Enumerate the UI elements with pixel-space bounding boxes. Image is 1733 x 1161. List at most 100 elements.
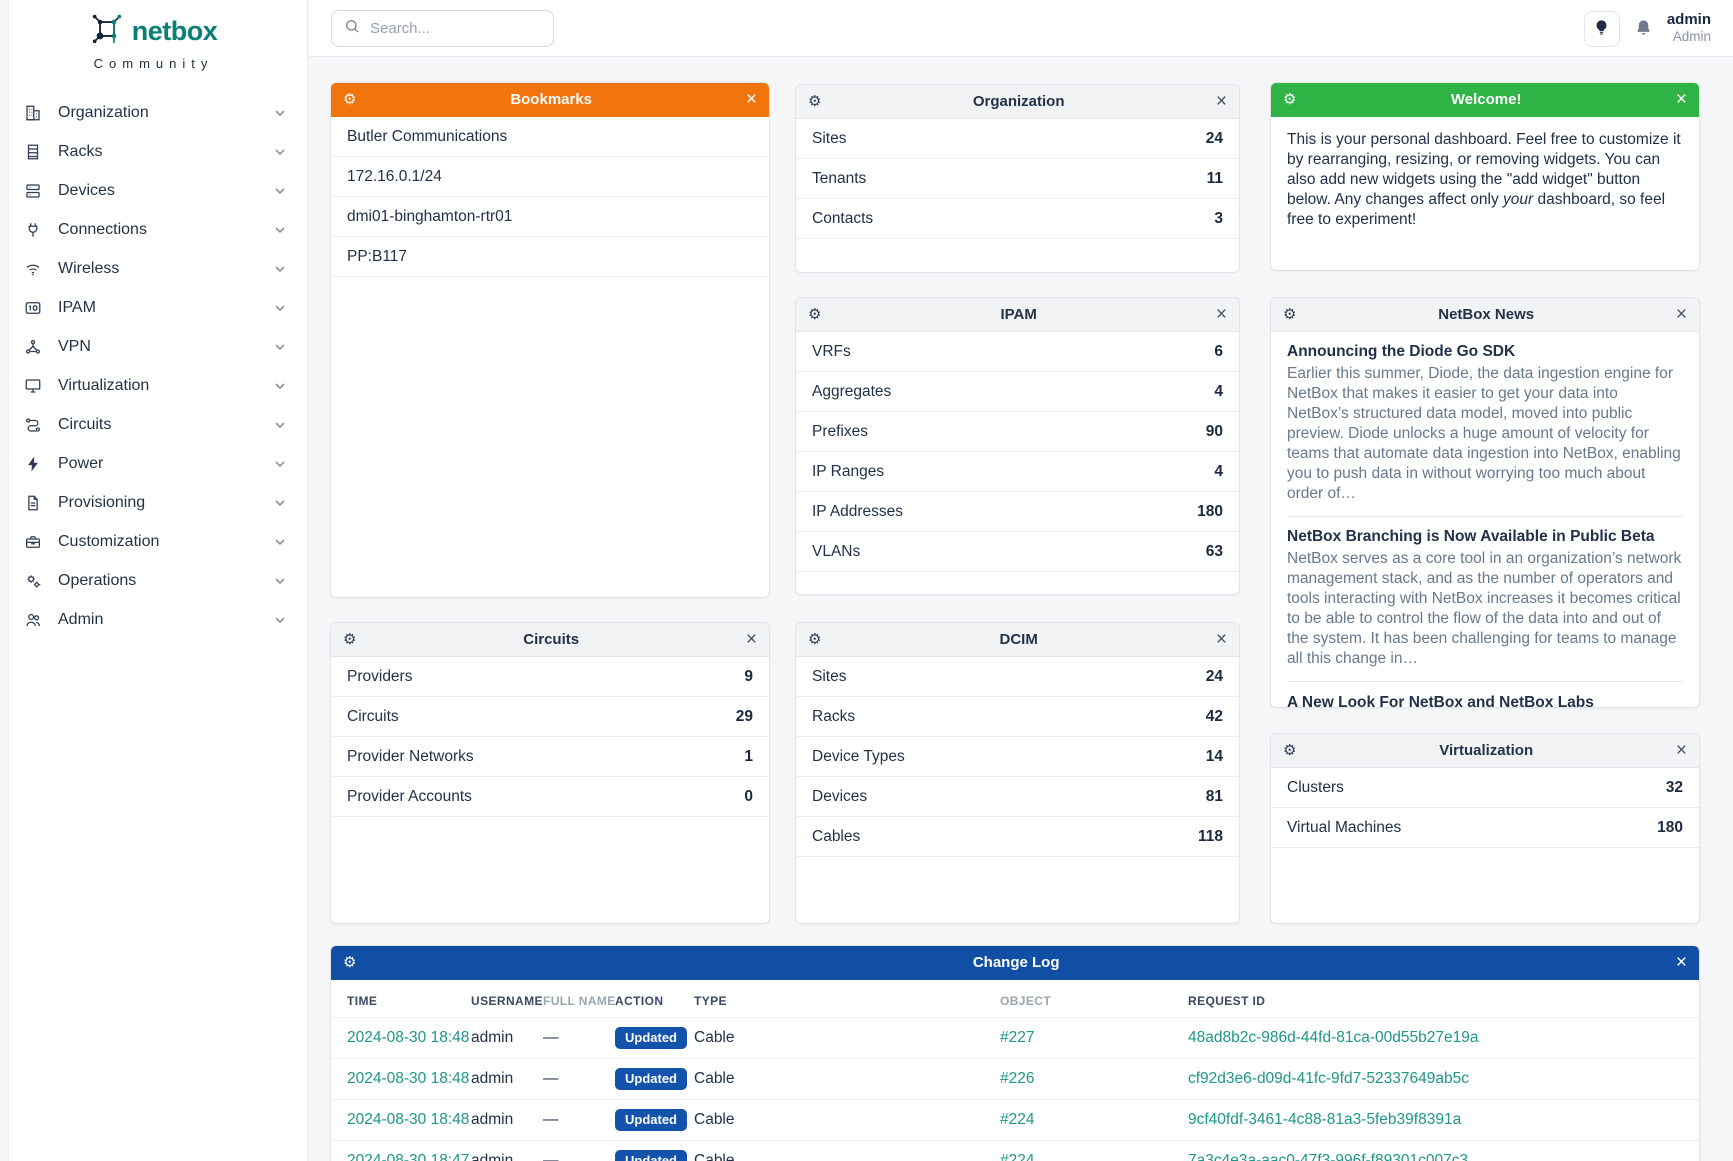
widget-config-icon[interactable]: ⚙ [343, 92, 356, 107]
chevron-down-icon [273, 145, 287, 159]
widget-close-icon[interactable]: × [1216, 305, 1227, 324]
news-item: Announcing the Diode Go SDK Earlier this… [1287, 332, 1683, 517]
bookmark-item[interactable]: 172.16.0.1/24 [331, 157, 769, 197]
chevron-down-icon [273, 574, 287, 588]
bookmark-item[interactable]: dmi01-binghamton-rtr01 [331, 197, 769, 237]
stat-row: IP Ranges4 [796, 452, 1239, 492]
widget-config-icon[interactable]: ⚙ [343, 632, 356, 647]
time-link[interactable]: 2024-08-30 18:48 [347, 1070, 469, 1087]
stat-row: Aggregates4 [796, 372, 1239, 412]
widget-config-icon[interactable]: ⚙ [808, 307, 821, 322]
request-id-link[interactable]: 9cf40fdf-3461-4c88-81a3-5feb39f8391a [1188, 1111, 1461, 1128]
time-link[interactable]: 2024-08-30 18:48 [347, 1029, 469, 1046]
sidebar-scrollbar[interactable] [0, 0, 9, 1161]
sidebar-item-vpn[interactable]: VPN [0, 327, 307, 366]
dcim-widget: ⚙ DCIM × Sites24 Racks42 Device Types14 … [795, 622, 1240, 924]
time-link[interactable]: 2024-08-30 18:48 [347, 1111, 469, 1128]
sidebar-item-racks[interactable]: Racks [0, 132, 307, 171]
stat-row: Provider Networks1 [331, 737, 769, 777]
sidebar-item-wireless[interactable]: Wireless [0, 249, 307, 288]
column-header-action[interactable]: ACTION [615, 980, 694, 1018]
widget-close-icon[interactable]: × [1216, 92, 1227, 111]
news-headline-link[interactable]: NetBox Branching is Now Available in Pub… [1287, 528, 1683, 546]
search-icon [344, 18, 360, 39]
widget-close-icon[interactable]: × [746, 630, 757, 649]
column-header-time[interactable]: TIME [331, 980, 471, 1018]
welcome-text: This is your personal dashboard. Feel fr… [1271, 117, 1699, 243]
column-header-username[interactable]: USERNAME [471, 980, 543, 1018]
search-input[interactable] [370, 20, 520, 37]
widget-close-icon[interactable]: × [1676, 741, 1687, 760]
news-text: NetBox serves as a core tool in an organ… [1287, 549, 1683, 669]
time-link[interactable]: 2024-08-30 18:47 [347, 1152, 469, 1161]
bell-icon [1634, 18, 1653, 40]
stat-row: VRFs6 [796, 332, 1239, 372]
widget-config-icon[interactable]: ⚙ [1283, 92, 1296, 107]
widget-config-icon[interactable]: ⚙ [1283, 743, 1296, 758]
notifications-button[interactable] [1634, 18, 1653, 40]
sidebar-item-admin[interactable]: Admin [0, 600, 307, 639]
sidebar-item-organization[interactable]: Organization [0, 93, 307, 132]
brand[interactable]: netbox Community [0, 0, 307, 71]
sidebar-item-devices[interactable]: Devices [0, 171, 307, 210]
column-header-object: OBJECT [1000, 980, 1188, 1018]
column-header-type[interactable]: TYPE [694, 980, 1000, 1018]
sidebar-item-ipam[interactable]: IPAM [0, 288, 307, 327]
sidebar-item-virtualization[interactable]: Virtualization [0, 366, 307, 405]
sidebar-item-circuits[interactable]: Circuits [0, 405, 307, 444]
widget-close-icon[interactable]: × [1676, 953, 1687, 972]
object-link[interactable]: #226 [1000, 1070, 1034, 1087]
widget-close-icon[interactable]: × [1676, 90, 1687, 109]
type-cell: Cable [694, 1018, 1000, 1059]
full-name-cell: — [543, 1018, 615, 1059]
server-icon [24, 181, 43, 200]
news-headline-link[interactable]: A New Look For NetBox and NetBox Labs [1287, 682, 1683, 708]
search-box[interactable] [331, 10, 554, 47]
ip-box-icon [24, 298, 43, 317]
theme-toggle-button[interactable] [1584, 11, 1620, 47]
bolt-icon [24, 454, 43, 473]
widget-title: IPAM [821, 306, 1215, 323]
request-id-link[interactable]: cf92d3e6-d09d-41fc-9fd7-52337649ab5c [1188, 1070, 1469, 1087]
object-link[interactable]: #224 [1000, 1152, 1034, 1161]
chevron-down-icon [273, 457, 287, 471]
sidebar-item-customization[interactable]: Customization [0, 522, 307, 561]
widget-config-icon[interactable]: ⚙ [808, 94, 821, 109]
widget-close-icon[interactable]: × [746, 90, 757, 109]
bookmark-item[interactable]: PP:B117 [331, 237, 769, 277]
stat-row: Virtual Machines180 [1271, 808, 1699, 848]
news-headline-link[interactable]: Announcing the Diode Go SDK [1287, 343, 1683, 361]
lightbulb-icon [1593, 19, 1610, 39]
wifi-icon [24, 259, 43, 278]
sidebar-item-power[interactable]: Power [0, 444, 307, 483]
widget-close-icon[interactable]: × [1676, 305, 1687, 324]
bookmark-item[interactable]: Butler Communications [331, 117, 769, 157]
brand-subtitle: Community [0, 56, 307, 71]
object-link[interactable]: #224 [1000, 1111, 1034, 1128]
stat-row: Prefixes90 [796, 412, 1239, 452]
column-header-request-id[interactable]: REQUEST ID [1188, 980, 1699, 1018]
sidebar-item-operations[interactable]: Operations [0, 561, 307, 600]
chevron-down-icon [273, 379, 287, 393]
request-id-link[interactable]: 48ad8b2c-986d-44fd-81ca-00d55b27e19a [1188, 1029, 1478, 1046]
news-text: Earlier this summer, Diode, the data ing… [1287, 364, 1683, 504]
username-cell: admin [471, 1141, 543, 1161]
request-id-link[interactable]: 7a3c4e3a-aac0-47f3-996f-f89301c007c3 [1188, 1152, 1468, 1161]
object-link[interactable]: #227 [1000, 1029, 1034, 1046]
changelog-row: 2024-08-30 18:48 admin — Updated Cable #… [331, 1100, 1699, 1141]
sidebar-nav: Organization Racks Devices Connections [0, 93, 307, 639]
stat-row: Devices81 [796, 777, 1239, 817]
sidebar-item-provisioning[interactable]: Provisioning [0, 483, 307, 522]
chevron-down-icon [273, 184, 287, 198]
widget-close-icon[interactable]: × [1216, 630, 1227, 649]
chevron-down-icon [273, 301, 287, 315]
user-menu[interactable]: admin Admin [1667, 11, 1711, 47]
ipam-widget: ⚙ IPAM × VRFs6 Aggregates4 Prefixes90 IP… [795, 297, 1240, 595]
sidebar-item-connections[interactable]: Connections [0, 210, 307, 249]
widget-config-icon[interactable]: ⚙ [808, 632, 821, 647]
widget-config-icon[interactable]: ⚙ [343, 955, 356, 970]
news-item: NetBox Branching is Now Available in Pub… [1287, 517, 1683, 682]
chevron-down-icon [273, 262, 287, 276]
widget-config-icon[interactable]: ⚙ [1283, 307, 1296, 322]
changelog-row: 2024-08-30 18:48 admin — Updated Cable #… [331, 1018, 1699, 1059]
